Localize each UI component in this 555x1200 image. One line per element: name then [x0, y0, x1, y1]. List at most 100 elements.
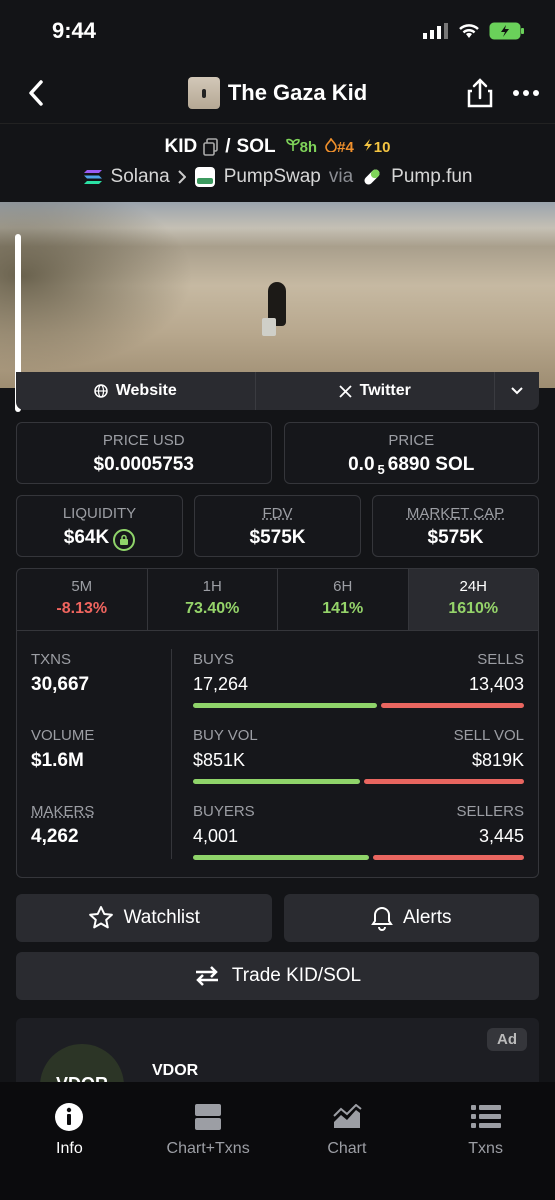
- price-native-card: PRICE 0.0 5 6890 SOL: [283, 422, 539, 484]
- price-row: PRICE USD $0.0005753 PRICE 0.0 5 6890 SOL: [16, 422, 539, 484]
- makers-split: BUYERS SELLERS 4,001 3,445: [193, 803, 524, 860]
- market-cap-label[interactable]: MARKET CAP: [373, 505, 538, 522]
- status-icons: [423, 22, 525, 40]
- twitter-link[interactable]: Twitter: [256, 372, 495, 410]
- tab-label: 24H: [459, 578, 488, 595]
- tab-chart-txns[interactable]: Chart+Txns: [139, 1082, 278, 1200]
- price-native-rest: 6890 SOL: [387, 454, 475, 475]
- share-icon[interactable]: [467, 77, 493, 108]
- launchpad-name[interactable]: Pump.fun: [391, 166, 472, 188]
- makers-value: 4,262: [31, 826, 79, 847]
- more-icon[interactable]: [513, 89, 539, 97]
- ad-name: VDOR: [152, 1062, 199, 1079]
- price-native-prefix: 0.0: [348, 454, 375, 475]
- age-badge: 8h: [285, 138, 318, 156]
- liquidity-label: LIQUIDITY: [62, 505, 137, 522]
- volume-stat: VOLUME $1.6M: [31, 727, 94, 772]
- signal-icon: [423, 23, 448, 39]
- pair-badges: 8h #4 10: [285, 137, 391, 156]
- price-usd-label: PRICE USD: [102, 432, 185, 449]
- copy-icon[interactable]: [203, 138, 219, 156]
- tab-5m[interactable]: 5M -8.13%: [17, 569, 148, 630]
- social-links: Website Twitter: [16, 372, 539, 410]
- boost-value: 10: [373, 139, 391, 156]
- txns-label: TXNS: [31, 651, 72, 668]
- buyers-value: 4,001: [193, 826, 239, 846]
- chain-name[interactable]: Solana: [111, 166, 170, 188]
- sprout-icon: [285, 138, 300, 151]
- layout-icon: [195, 1104, 222, 1130]
- ad-card[interactable]: VDOR VDOR Ad: [16, 1018, 539, 1104]
- liquidity-value: $64K: [63, 527, 110, 548]
- website-label: Website: [115, 382, 177, 399]
- website-link[interactable]: Website: [16, 372, 256, 410]
- pair-base: KID: [164, 136, 198, 157]
- ad-badge: Ad: [487, 1028, 527, 1051]
- stats-divider: [171, 649, 172, 859]
- tab-6h[interactable]: 6H 141%: [278, 569, 409, 630]
- sell-vol-bar: [363, 779, 524, 784]
- more-links-button[interactable]: [495, 372, 539, 410]
- stats-body: TXNS 30,667 BUYS SELLS 17,264 13,403 VOLUM…: [17, 631, 538, 877]
- twitter-label: Twitter: [359, 382, 411, 399]
- wifi-icon: [459, 24, 479, 38]
- globe-icon: [93, 384, 108, 398]
- battery-icon: [489, 22, 524, 40]
- boost-badge: 10: [362, 138, 391, 156]
- price-usd-card: PRICE USD $0.0005753: [16, 422, 272, 484]
- alerts-button[interactable]: Alerts: [283, 894, 539, 942]
- price-native-value: 0.0 5 6890 SOL: [285, 454, 539, 477]
- makers-label[interactable]: MAKERS: [31, 803, 94, 820]
- sellers-value: 3,445: [478, 826, 524, 846]
- tab-label: 6H: [333, 578, 353, 595]
- info-icon: [55, 1103, 84, 1131]
- tab-label: 1H: [202, 578, 222, 595]
- tab-1h[interactable]: 1H 73.40%: [148, 569, 278, 630]
- pumpswap-icon: [194, 167, 215, 187]
- buy-vol-label: BUY VOL: [193, 727, 258, 744]
- sell-vol-value: $819K: [471, 750, 524, 770]
- tab-label: 5M: [71, 578, 93, 595]
- price-usd-value: $0.0005753: [93, 454, 194, 475]
- route-row: Solana PumpSwap via Pump.fun: [0, 166, 555, 188]
- trade-button[interactable]: Trade KID/SOL: [16, 952, 539, 1000]
- pair-separator: /: [225, 136, 231, 157]
- page-title: The Gaza Kid: [227, 80, 368, 105]
- rank-badge: #4: [325, 137, 354, 156]
- action-row: Watchlist Alerts: [16, 894, 539, 942]
- pair-row: KID / SOL 8h #4 10: [0, 136, 555, 158]
- sells-bar: [381, 703, 524, 708]
- chart-icon: [333, 1104, 362, 1128]
- fdv-label[interactable]: FDV: [195, 505, 360, 522]
- tab-24h[interactable]: 24H 1610%: [408, 569, 538, 630]
- tab-change: -8.13%: [56, 600, 108, 617]
- banner-bag: [262, 318, 276, 336]
- flame-icon: [325, 137, 337, 153]
- volume-split: BUY VOL SELL VOL $851K $819K: [193, 727, 524, 784]
- tab-info[interactable]: Info: [0, 1082, 139, 1200]
- tab-change: 141%: [322, 600, 364, 617]
- buy-vol-value: $851K: [193, 750, 246, 770]
- sellers-label: SELLERS: [456, 803, 524, 820]
- alerts-label: Alerts: [402, 907, 452, 928]
- sells-value: 13,403: [468, 674, 524, 694]
- buys-value: 17,264: [193, 674, 249, 694]
- tab-chart[interactable]: Chart: [278, 1082, 417, 1200]
- txns-bar: [193, 703, 524, 708]
- watchlist-button[interactable]: Watchlist: [16, 894, 272, 942]
- dex-name[interactable]: PumpSwap: [224, 166, 321, 188]
- liquidity-card: LIQUIDITY $64K: [16, 495, 183, 557]
- lock-icon[interactable]: [113, 529, 136, 551]
- age-value: 8h: [299, 139, 318, 156]
- x-logo-icon: [338, 384, 352, 398]
- lightning-icon: [363, 139, 372, 151]
- tab-txns[interactable]: Txns: [416, 1082, 555, 1200]
- metrics-row: LIQUIDITY $64K FDV $575K MARKET CAP $575…: [16, 495, 539, 557]
- makers-stat: MAKERS 4,262: [31, 803, 94, 848]
- solana-icon: [83, 170, 102, 184]
- stats-panel: 5M -8.13% 1H 73.40% 6H 141% 24H 1610% TXNS 3…: [16, 568, 539, 878]
- buyers-label: BUYERS: [193, 803, 255, 820]
- rank-value: #4: [337, 139, 354, 156]
- swap-arrows-icon: [195, 966, 218, 986]
- back-button[interactable]: [16, 73, 56, 113]
